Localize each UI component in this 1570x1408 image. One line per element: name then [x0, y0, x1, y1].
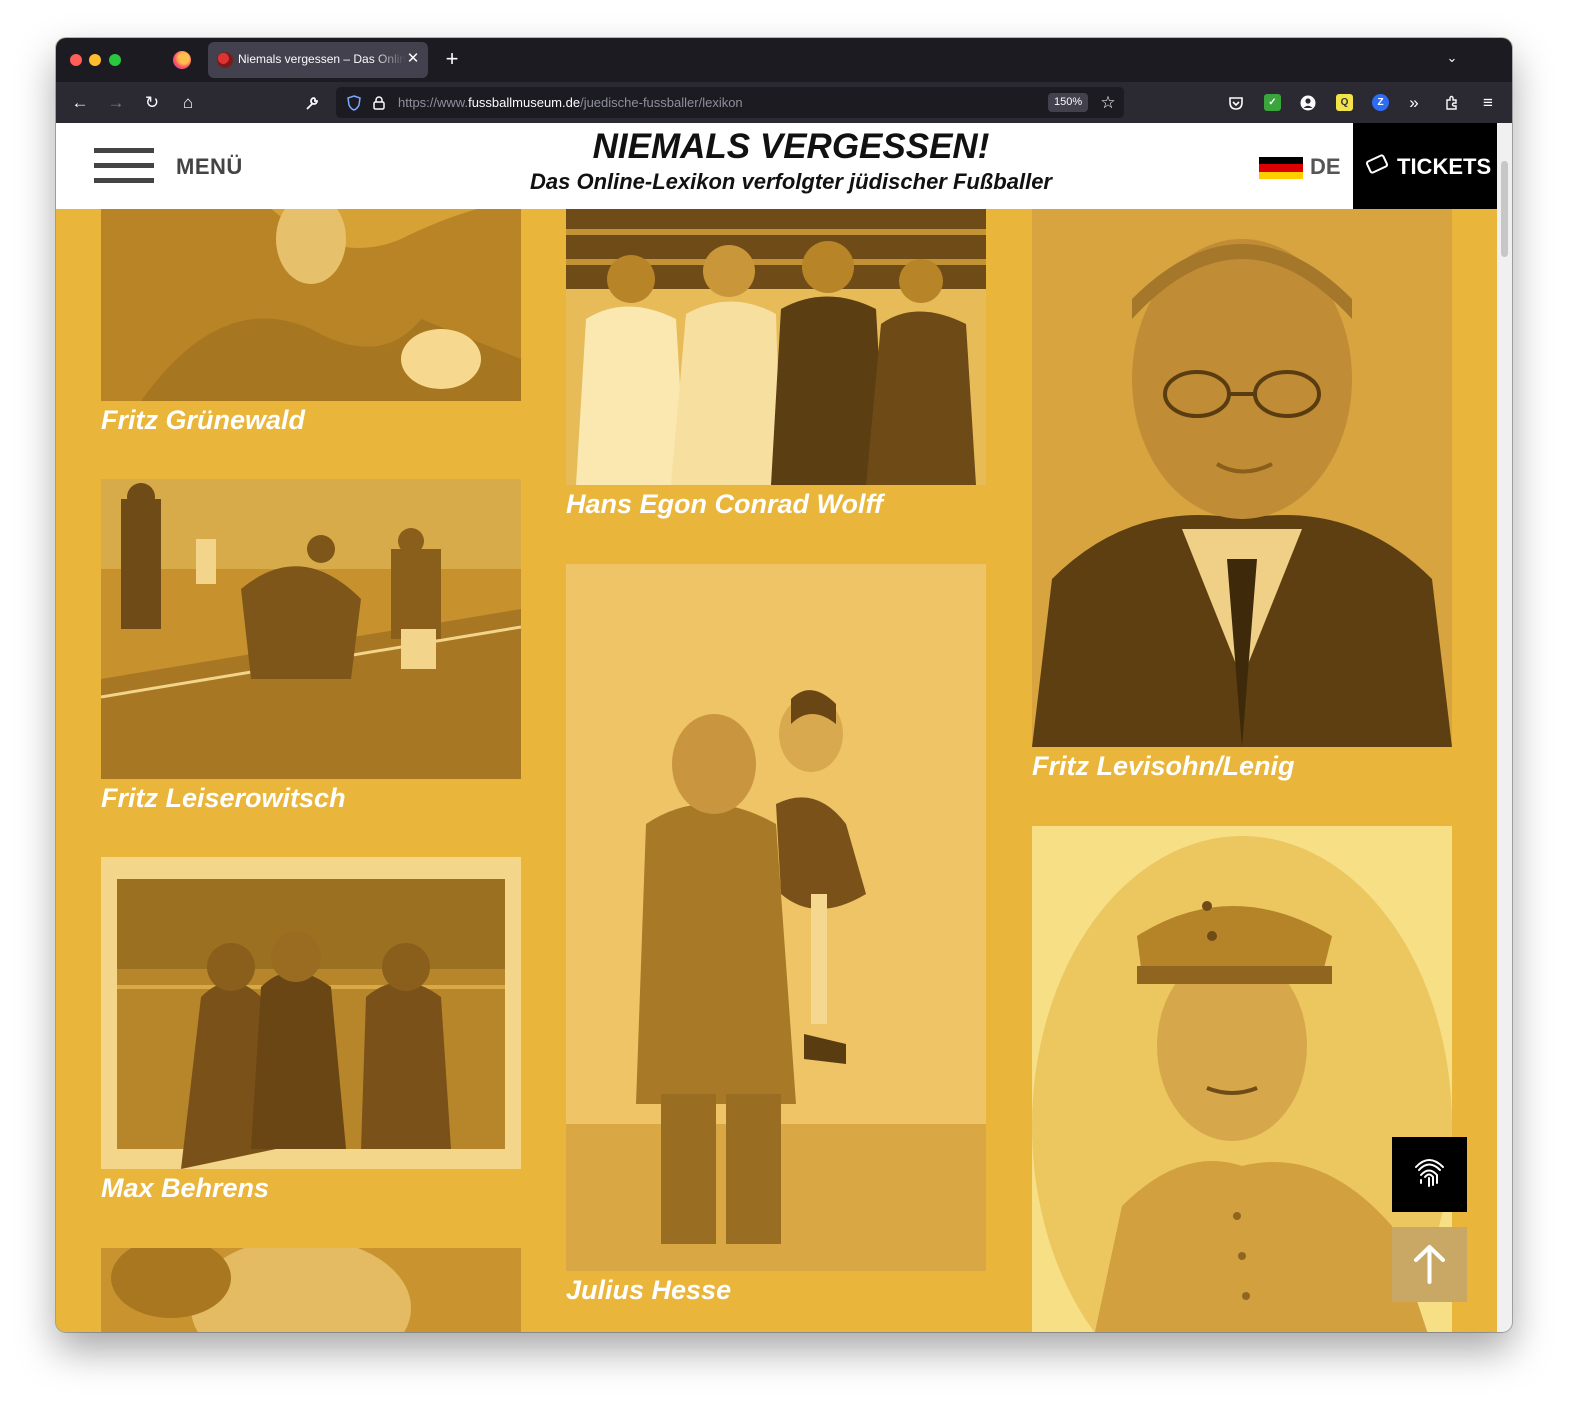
- hamburger-menu-icon[interactable]: [94, 148, 154, 184]
- site-header: MENÜ NIEMALS VERGESSEN! Das Online-Lexik…: [56, 123, 1497, 209]
- checkmark-extension-icon[interactable]: ✓: [1264, 94, 1281, 111]
- site-subtitle: Das Online-Lexikon verfolgter jüdischer …: [529, 169, 1052, 194]
- maximize-window-button[interactable]: [109, 54, 121, 66]
- url-text[interactable]: https://www.fussballmuseum.de/juedische-…: [398, 95, 743, 110]
- new-tab-button[interactable]: +: [440, 48, 464, 72]
- url-prefix: https://www.: [398, 95, 469, 110]
- home-icon[interactable]: ⌂: [176, 91, 200, 115]
- tickets-label: TICKETS: [1397, 154, 1492, 179]
- close-window-button[interactable]: [70, 54, 82, 66]
- player-name[interactable]: Fritz Leiserowitsch: [101, 783, 346, 814]
- page-scrollbar[interactable]: [1497, 123, 1512, 1332]
- zotero-extension-icon[interactable]: Z: [1372, 94, 1389, 111]
- bookmark-star-icon[interactable]: ☆: [1096, 91, 1120, 115]
- overflow-chevrons-icon[interactable]: »: [1402, 91, 1426, 115]
- back-icon[interactable]: ←: [68, 91, 92, 115]
- url-path: /juedische-fussballer/lexikon: [580, 95, 743, 110]
- tab-title: Niemals vergessen – Das Online-Lexikon v…: [238, 52, 406, 66]
- german-flag-icon[interactable]: [1259, 157, 1303, 179]
- player-name[interactable]: Fritz Grünewald: [101, 405, 305, 436]
- tab-bar: Niemals vergessen – Das Online-Lexikon v…: [56, 38, 1512, 82]
- player-photo[interactable]: [566, 209, 986, 485]
- wrench-icon[interactable]: [300, 91, 324, 115]
- scroll-to-top-button[interactable]: [1392, 1227, 1467, 1302]
- player-photo[interactable]: [1032, 209, 1452, 747]
- url-bar[interactable]: https://www.fussballmuseum.de/juedische-…: [336, 87, 1124, 118]
- arrow-up-icon: [1414, 1245, 1445, 1284]
- url-host: fussballmuseum.de: [468, 95, 581, 110]
- extensions-icon[interactable]: [1440, 91, 1464, 115]
- language-selector[interactable]: DE: [1310, 154, 1341, 180]
- browser-window: Niemals vergessen – Das Online-Lexikon v…: [56, 38, 1512, 1332]
- pocket-icon[interactable]: [1224, 91, 1248, 115]
- lexicon-grid: Fritz Grünewald Fritz Leiserowitsch Max …: [56, 209, 1497, 1332]
- account-icon[interactable]: [1296, 91, 1320, 115]
- minimize-window-button[interactable]: [89, 54, 101, 66]
- tab-active[interactable]: Niemals vergessen – Das Online-Lexikon v…: [208, 42, 428, 78]
- fingerprint-icon: [1415, 1159, 1444, 1187]
- forward-icon[interactable]: →: [104, 91, 128, 115]
- player-name[interactable]: Hans Egon Conrad Wolff: [566, 489, 883, 520]
- player-name[interactable]: Max Behrens: [101, 1173, 269, 1204]
- player-photo[interactable]: [101, 479, 521, 779]
- player-photo[interactable]: [101, 209, 521, 401]
- site-favicon-icon: [217, 52, 233, 68]
- zoom-level-badge[interactable]: 150%: [1048, 93, 1089, 112]
- tickets-button[interactable]: TICKETS: [1353, 123, 1497, 209]
- menu-icon[interactable]: ≡: [1476, 91, 1500, 115]
- scrollbar-thumb[interactable]: [1501, 161, 1508, 257]
- menu-label[interactable]: MENÜ: [176, 154, 243, 180]
- site-title[interactable]: NIEMALS VERGESSEN!: [476, 127, 1106, 167]
- player-photo[interactable]: [101, 1248, 521, 1332]
- player-name[interactable]: Fritz Levisohn/Lenig: [1032, 751, 1295, 782]
- ticket-icon: [1364, 153, 1390, 175]
- shield-icon[interactable]: [342, 91, 366, 115]
- player-photo[interactable]: [566, 564, 986, 1271]
- navigation-toolbar: ← → ↻ ⌂ https://www.fussballmuseum.de/ju…: [56, 82, 1512, 123]
- player-name[interactable]: Julius Hesse: [566, 1275, 731, 1306]
- firefox-icon[interactable]: [173, 51, 191, 69]
- lock-icon[interactable]: [367, 91, 391, 115]
- search-extension-icon[interactable]: Q: [1336, 94, 1353, 111]
- player-photo[interactable]: [1032, 826, 1452, 1332]
- tab-list-chevron-icon[interactable]: ⌄: [1442, 50, 1462, 70]
- fingerprint-consent-button[interactable]: [1392, 1137, 1467, 1212]
- player-photo[interactable]: [101, 857, 521, 1169]
- close-tab-icon[interactable]: ✕: [404, 50, 422, 68]
- reload-icon[interactable]: ↻: [140, 91, 164, 115]
